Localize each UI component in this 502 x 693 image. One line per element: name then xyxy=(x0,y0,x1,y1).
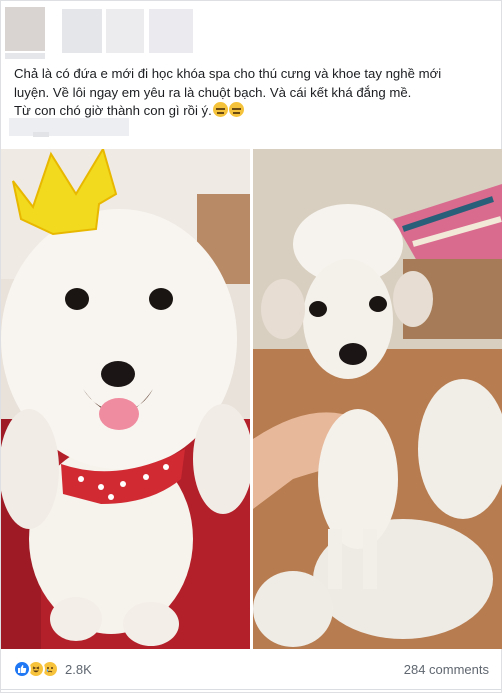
post-text-line-2: luyện. Về lôi ngay em yêu ra là chuột bạ… xyxy=(14,84,412,100)
blurred-text-line xyxy=(9,118,129,136)
author-name-blurred-2[interactable] xyxy=(106,9,144,53)
post-text-line-3-text: Từ con chó giờ thành con gì rồi ý. xyxy=(14,103,212,118)
like-icon[interactable] xyxy=(13,660,31,678)
footer-divider xyxy=(1,689,501,690)
reaction-count[interactable]: 2.8K xyxy=(65,662,92,677)
reaction-summary[interactable]: 2.8K xyxy=(13,660,92,678)
shaved-poodle-photo[interactable] xyxy=(253,149,502,649)
white-poodle-photo[interactable] xyxy=(1,149,250,649)
post-text-line-1: Chả là có đứa e mới đi học khóa spa cho … xyxy=(14,66,442,81)
post-text: Chả là có đứa e mới đi học khóa spa cho … xyxy=(14,65,494,121)
author-name-blurred[interactable] xyxy=(62,9,102,53)
author-avatar-blurred[interactable] xyxy=(5,7,45,51)
author-avatar-shadow xyxy=(5,53,45,59)
blurred-text-fragment xyxy=(33,132,49,137)
comments-count-link[interactable]: 284 comments xyxy=(404,662,489,677)
post-footer: 2.8K 284 comments xyxy=(1,649,501,693)
facebook-post: Chả là có đứa e mới đi học khóa spa cho … xyxy=(0,0,502,693)
unamused-face-icon xyxy=(228,102,244,117)
author-name-blurred-3 xyxy=(149,9,193,53)
shaved-poodle-illustration xyxy=(253,149,502,649)
unamused-face-icon xyxy=(212,102,228,117)
poodle-illustration xyxy=(1,149,250,649)
